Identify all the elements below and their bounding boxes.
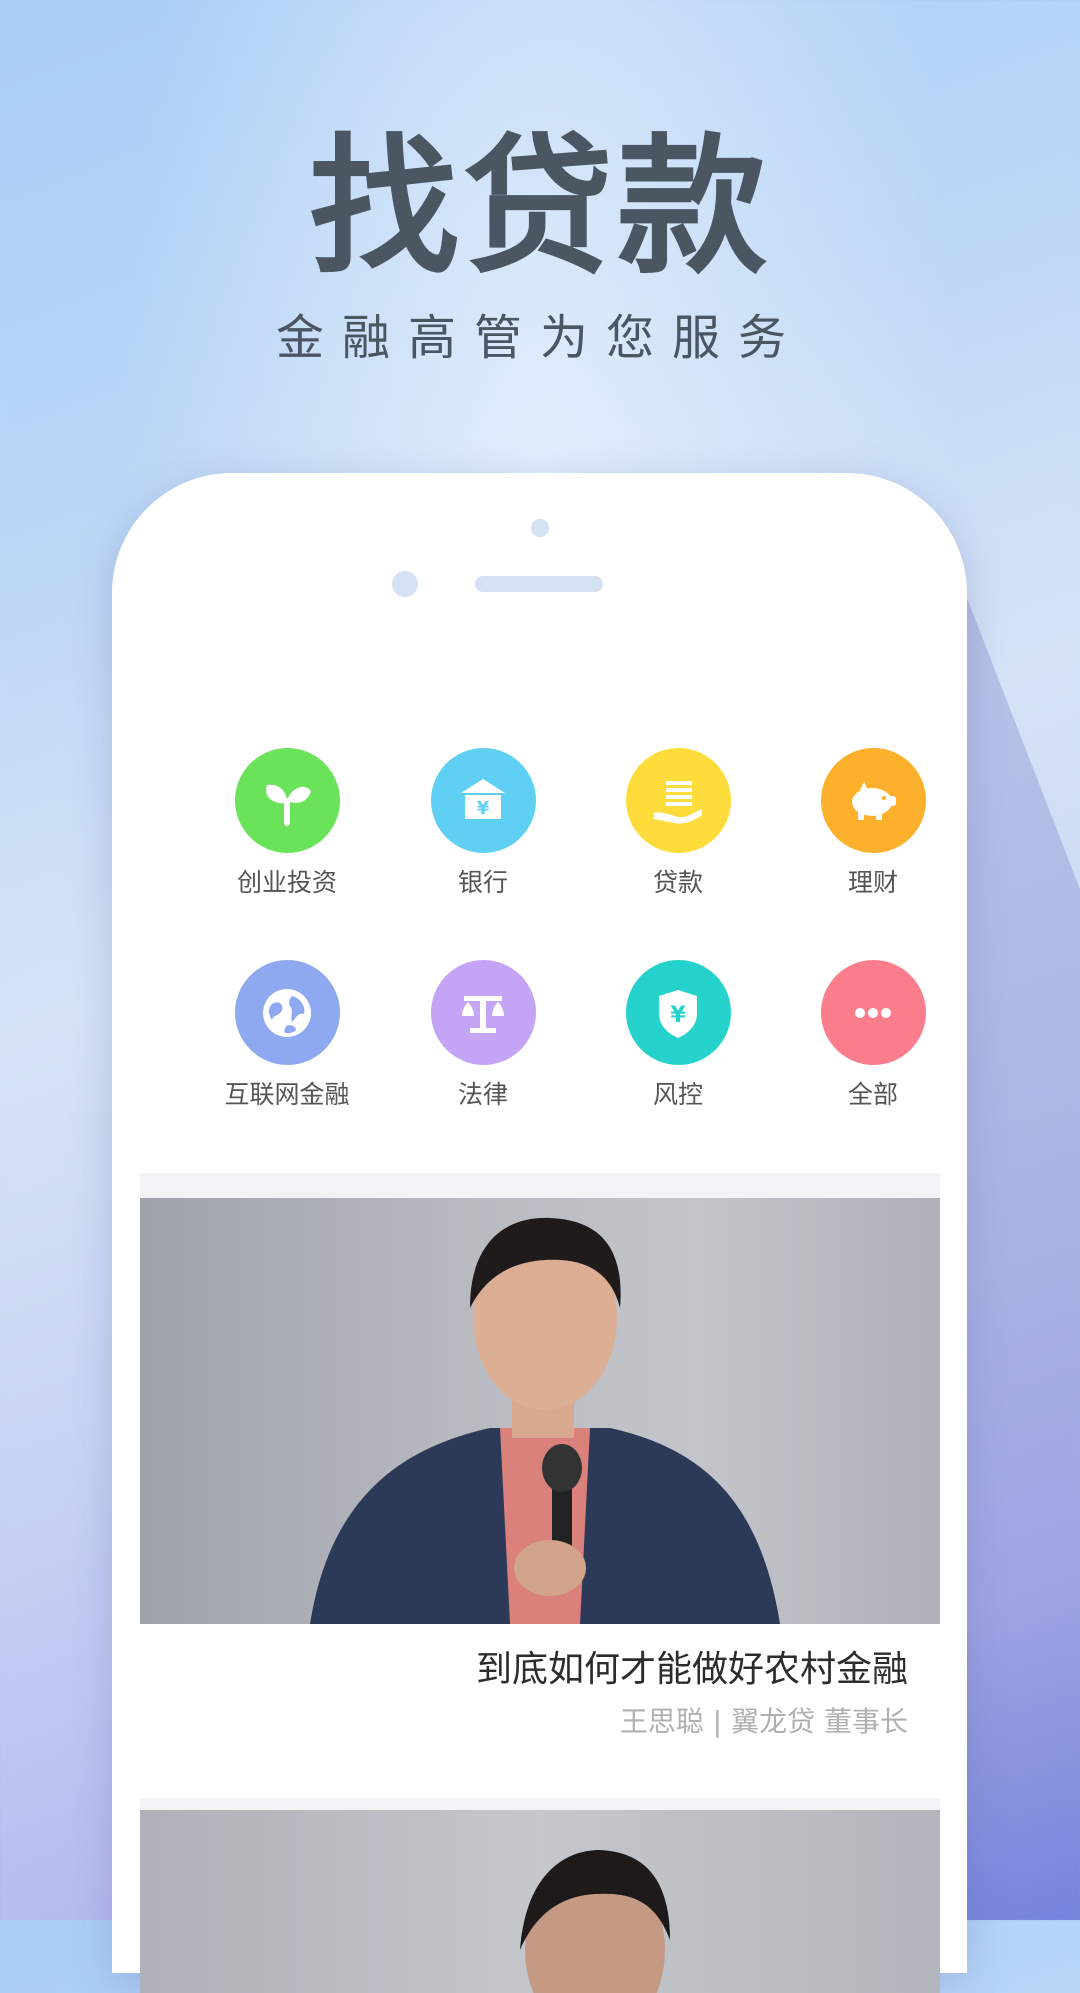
piggy-bank-icon	[820, 748, 926, 853]
shield-yen-icon: ¥	[625, 960, 731, 1065]
article-card[interactable]: 到底如何才能做好农村金融 王思聪 | 翼龙贷 董事长	[140, 1198, 940, 1798]
category-risk-control[interactable]: ¥ 风控	[588, 960, 768, 1111]
category-wealth-management[interactable]: 理财	[783, 748, 940, 899]
article-card-next[interactable]	[140, 1810, 940, 1993]
article-photo	[520, 1850, 670, 1993]
bank-icon: ¥	[430, 748, 536, 853]
category-label: 全部	[847, 1080, 898, 1109]
globe-icon	[234, 960, 340, 1065]
loan-hand-icon	[625, 748, 731, 853]
article-photo	[140, 1198, 940, 1624]
category-label: 风控	[652, 1080, 703, 1109]
category-label: 互联网金融	[224, 1080, 350, 1109]
category-law[interactable]: 法律	[393, 960, 573, 1111]
article-title: 到底如何才能做好农村金融	[475, 1649, 908, 1690]
category-loan[interactable]: 贷款	[588, 748, 768, 899]
hero-subtitle: 金融高管为您服务	[275, 310, 804, 366]
proximity-sensor	[392, 571, 418, 597]
sprout-icon	[234, 748, 340, 853]
category-bank[interactable]: ¥ 银行	[393, 748, 573, 899]
scales-icon	[430, 960, 536, 1065]
svg-text:¥: ¥	[477, 798, 490, 819]
article-meta: 王思聪 | 翼龙贷 董事长	[619, 1705, 908, 1738]
category-label: 理财	[847, 868, 898, 897]
category-label: 创业投资	[236, 868, 337, 897]
front-camera	[531, 519, 549, 537]
category-label: 法律	[457, 1080, 508, 1109]
hero-title: 找贷款	[308, 121, 771, 295]
category-grid: 创业投资 ¥ 银行 贷款 理财 互联网金融 法律 ¥ 风控 全部	[140, 693, 940, 1173]
category-internet-finance[interactable]: 互联网金融	[197, 960, 377, 1111]
category-label: 贷款	[652, 868, 703, 897]
category-label: 银行	[457, 868, 508, 897]
category-all[interactable]: 全部	[783, 960, 940, 1111]
svg-text:¥: ¥	[670, 1003, 686, 1028]
more-icon	[820, 960, 926, 1065]
earpiece-speaker	[475, 576, 603, 592]
category-startup-investment[interactable]: 创业投资	[197, 748, 377, 899]
phone-screen: 创业投资 ¥ 银行 贷款 理财 互联网金融 法律 ¥ 风控 全部 到底如何才能做…	[140, 693, 940, 1993]
